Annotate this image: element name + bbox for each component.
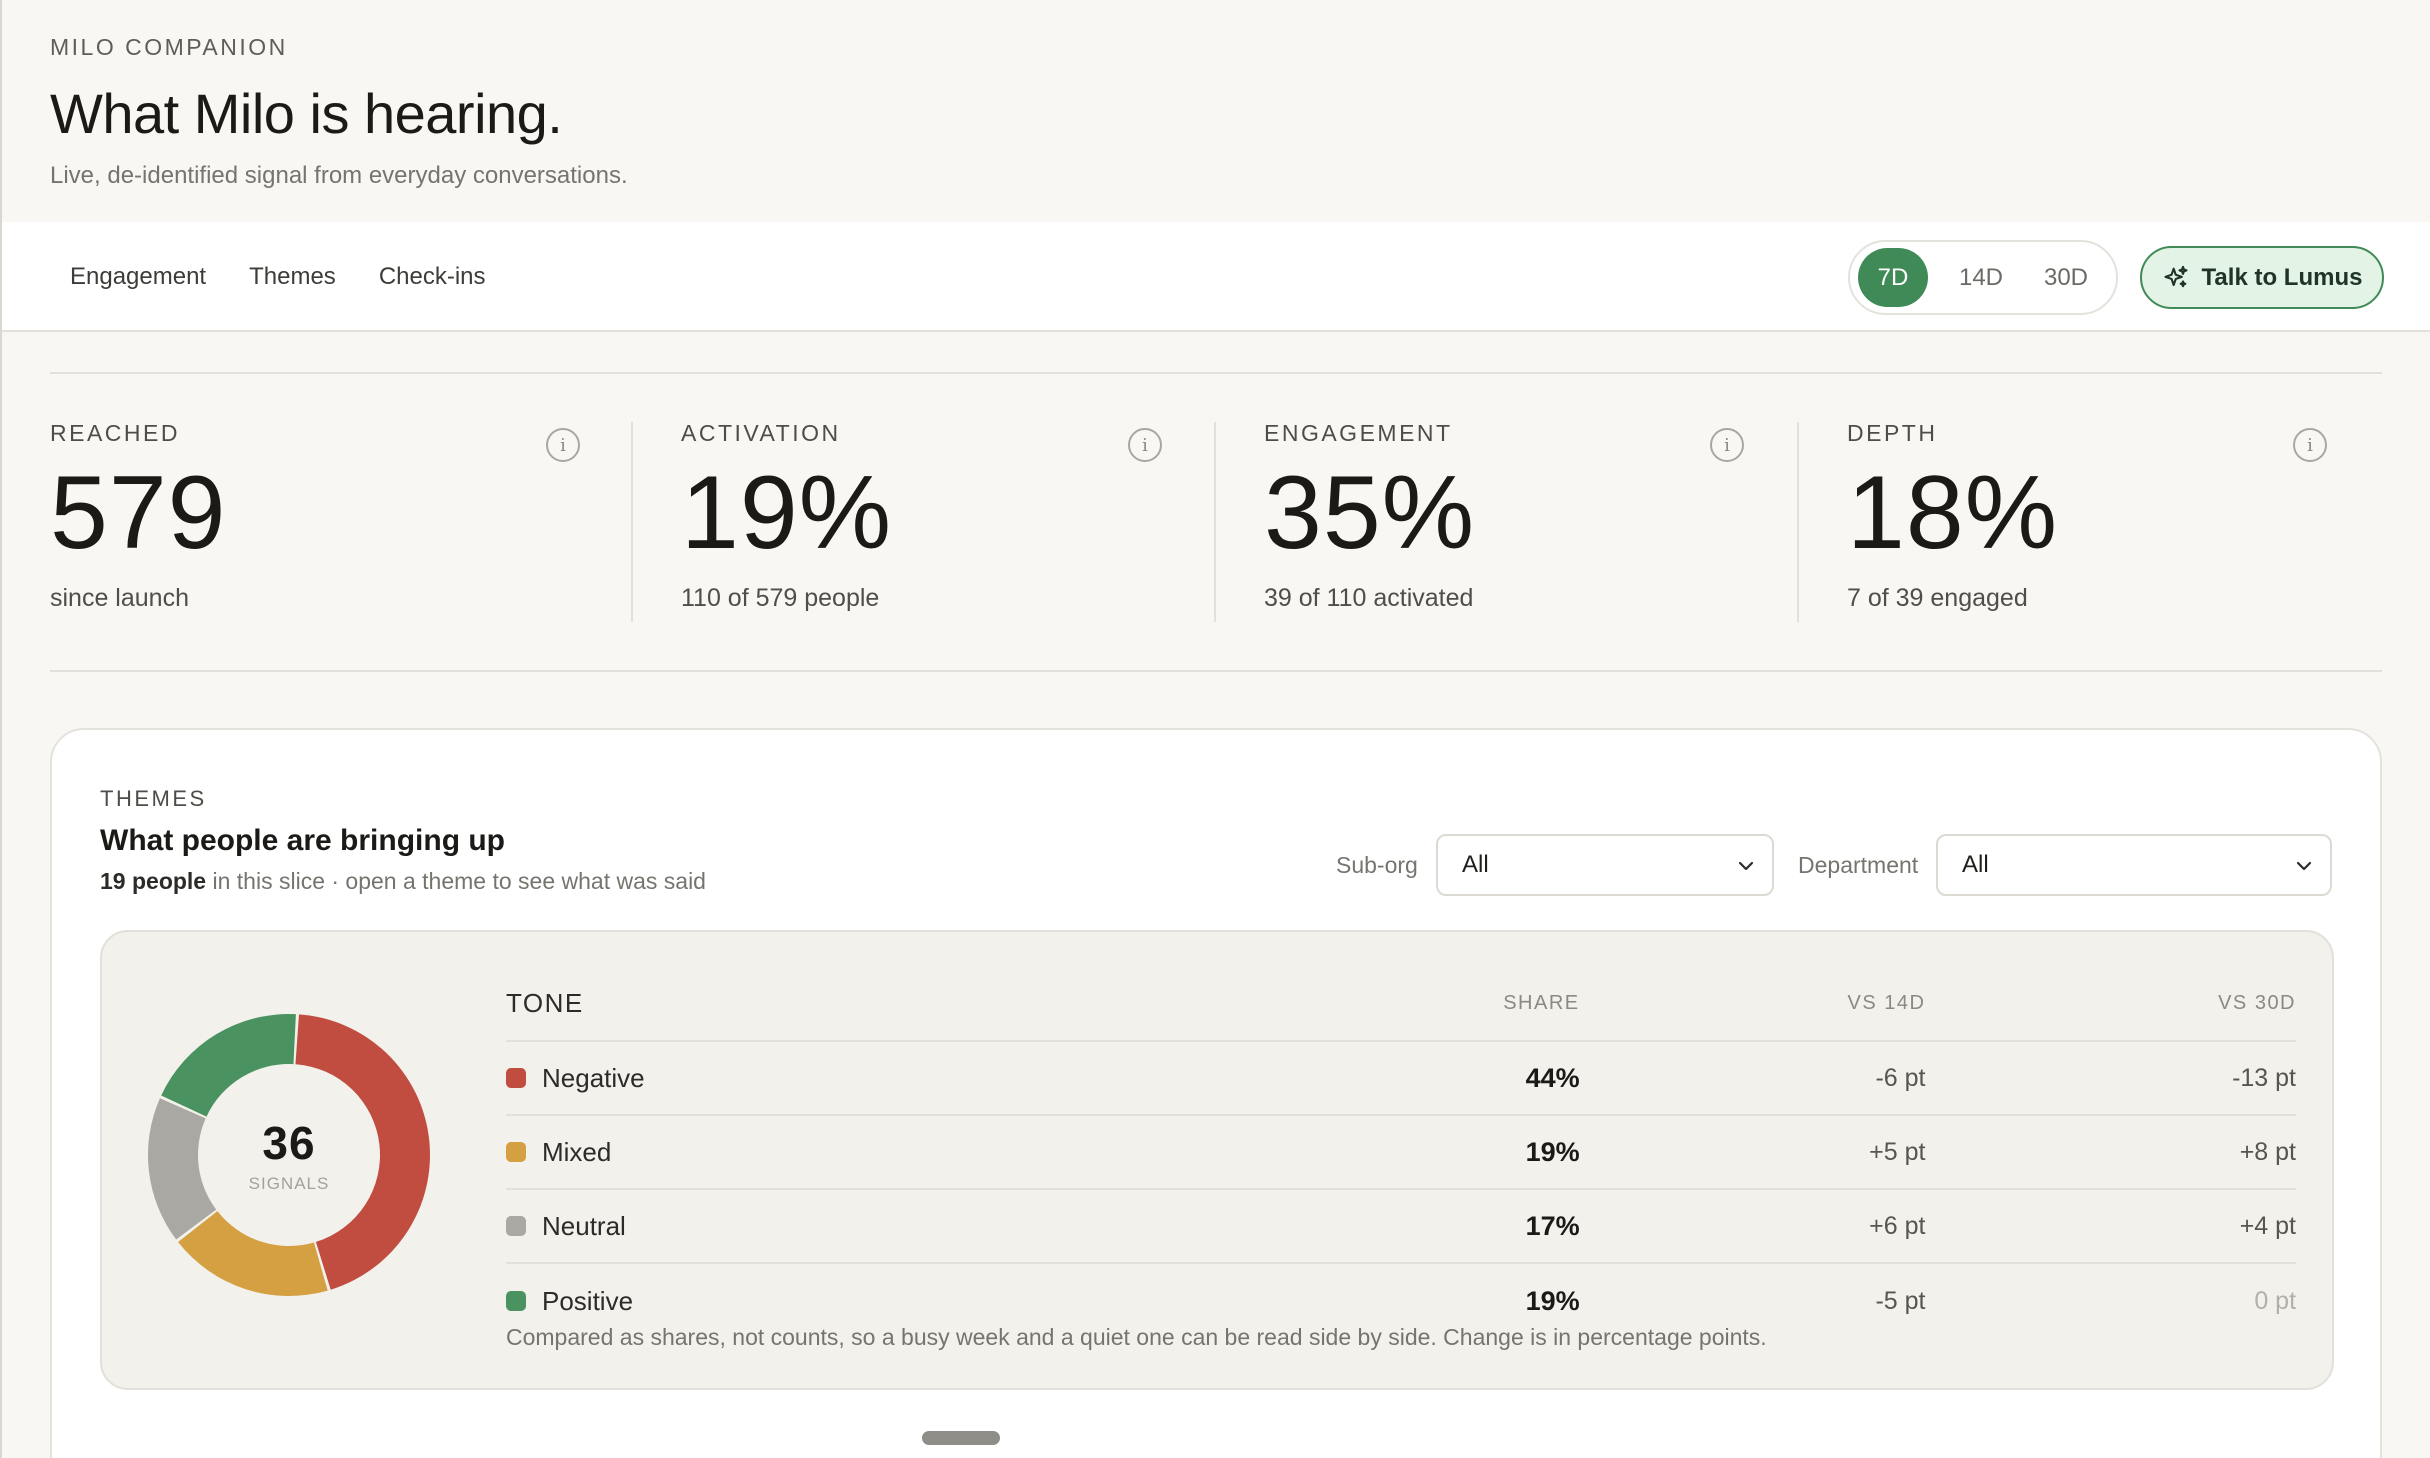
suborg-select[interactable]: All: [1436, 834, 1774, 896]
kpi-value: 579: [50, 455, 227, 571]
share-cell: 19%: [1525, 1136, 1580, 1167]
range-7d-button[interactable]: 7D: [1858, 248, 1928, 307]
vs14d-cell: -6 pt: [1875, 1063, 1926, 1092]
donut-total: 36: [262, 1117, 316, 1169]
top-nav-bar: Engagement Themes Check-ins 7D 14D 30D T…: [2, 222, 2430, 332]
page-subtitle: Live, de-identified signal from everyday…: [50, 162, 628, 189]
tone-swatch: [506, 1291, 526, 1311]
vs30d-cell: +4 pt: [2239, 1211, 2297, 1240]
vs14d-cell: +5 pt: [1869, 1137, 1926, 1166]
talk-to-lumus-button[interactable]: Talk to Lumus: [2140, 246, 2384, 309]
people-count: 19 people: [100, 868, 207, 894]
range-14d-button[interactable]: 14D: [1942, 248, 2020, 307]
tone-breakdown-panel: 36 SIGNALS TONE SHARE VS 14D VS 30D Nega…: [100, 930, 2334, 1390]
tone-swatch: [506, 1216, 526, 1236]
share-cell: 17%: [1525, 1210, 1580, 1241]
kpi-label: REACHED: [50, 420, 180, 446]
kpi-reached: REACHED 579 since launch i: [50, 420, 584, 625]
kpi-bottom-divider: [50, 670, 2382, 672]
page-header: MILO COMPANION What Milo is hearing. Liv…: [50, 34, 628, 190]
kpi-engagement: ENGAGEMENT 35% 39 of 110 activated i: [1264, 420, 1764, 625]
table-row[interactable]: Mixed 19% +5 pt +8 pt: [506, 1116, 2296, 1190]
range-30d-button[interactable]: 30D: [2027, 248, 2105, 307]
tone-table: TONE SHARE VS 14D VS 30D Negative 44% -6…: [506, 966, 2296, 1338]
tone-label: Neutral: [542, 1210, 626, 1241]
themes-subtitle-rest: in this slice · open a theme to see what…: [206, 868, 706, 894]
kpi-top-divider: [50, 372, 2382, 374]
chevron-down-icon: [1738, 861, 1754, 871]
tone-column-header: TONE: [506, 987, 584, 1018]
tone-footnote: Compared as shares, not counts, so a bus…: [506, 1324, 1767, 1350]
kpi-activation: ACTIVATION 19% 110 of 579 people i: [681, 420, 1181, 625]
talk-to-lumus-label: Talk to Lumus: [2201, 263, 2363, 291]
kpi-subtext: since launch: [50, 584, 189, 613]
department-selected-value: All: [1962, 851, 1989, 878]
share-cell: 19%: [1525, 1285, 1580, 1316]
scroll-handle[interactable]: [922, 1431, 1000, 1445]
tone-table-header: TONE SHARE VS 14D VS 30D: [506, 966, 2296, 1042]
kpi-depth: DEPTH 18% 7 of 39 engaged i: [1847, 420, 2347, 625]
vs30d-cell: +8 pt: [2239, 1137, 2297, 1166]
vs14d-column-header: VS 14D: [1847, 991, 1926, 1014]
info-icon[interactable]: i: [1710, 428, 1744, 462]
nav-link-themes[interactable]: Themes: [249, 263, 336, 291]
tone-cell: Positive: [506, 1286, 1456, 1317]
left-edge-rule: [0, 0, 2, 1458]
tone-label: Negative: [542, 1062, 645, 1093]
time-range-toggle: 7D 14D 30D: [1848, 240, 2118, 315]
suborg-filter-label: Sub-org: [1336, 852, 1418, 878]
chevron-down-icon: [2296, 861, 2312, 871]
app-eyebrow: MILO COMPANION: [50, 34, 288, 60]
share-column-header: SHARE: [1503, 991, 1580, 1014]
vs30d-cell: -13 pt: [2232, 1063, 2297, 1092]
themes-eyebrow: THEMES: [100, 786, 207, 811]
vs14d-cell: -5 pt: [1875, 1286, 1926, 1315]
vs30d-column-header: VS 30D: [2218, 991, 2297, 1014]
kpi-subtext: 110 of 579 people: [681, 584, 880, 613]
tone-label: Mixed: [542, 1136, 612, 1167]
table-row[interactable]: Negative 44% -6 pt -13 pt: [506, 1042, 2296, 1116]
department-select[interactable]: All: [1936, 834, 2332, 896]
themes-title: What people are bringing up: [100, 824, 505, 857]
info-icon[interactable]: i: [2293, 428, 2327, 462]
info-icon[interactable]: i: [1128, 428, 1162, 462]
nav-link-engagement[interactable]: Engagement: [70, 263, 206, 291]
nav-link-check-ins[interactable]: Check-ins: [379, 263, 486, 291]
tone-swatch: [506, 1142, 526, 1162]
kpi-subtext: 39 of 110 activated: [1264, 584, 1474, 613]
tone-swatch: [506, 1068, 526, 1088]
table-row[interactable]: Neutral 17% +6 pt +4 pt: [506, 1190, 2296, 1264]
kpi-label: ACTIVATION: [681, 420, 841, 446]
tone-label: Positive: [542, 1285, 634, 1316]
nav-links: Engagement Themes Check-ins: [70, 222, 486, 332]
share-cell: 44%: [1525, 1062, 1580, 1093]
tone-cell: Neutral: [506, 1211, 1456, 1242]
department-filter-label: Department: [1798, 852, 1919, 878]
vs14d-cell: +6 pt: [1869, 1211, 1926, 1240]
kpi-label: DEPTH: [1847, 420, 1938, 446]
kpi-subtext: 7 of 39 engaged: [1847, 584, 2028, 613]
kpi-divider: [1214, 422, 1216, 622]
themes-subtitle: 19 people in this slice · open a theme t…: [100, 868, 706, 895]
donut-caption: SIGNALS: [248, 1174, 330, 1193]
themes-card: THEMES What people are bringing up 19 pe…: [50, 728, 2382, 1458]
tone-cell: Mixed: [506, 1137, 1456, 1168]
kpi-value: 35%: [1264, 455, 1476, 571]
kpi-value: 18%: [1847, 455, 2059, 571]
kpi-divider: [1797, 422, 1799, 622]
kpi-divider: [631, 422, 633, 622]
tone-cell: Negative: [506, 1063, 1456, 1094]
info-icon[interactable]: i: [546, 428, 580, 462]
sparkle-icon: [2163, 265, 2188, 287]
kpi-label: ENGAGEMENT: [1264, 420, 1453, 446]
kpi-value: 19%: [681, 455, 893, 571]
vs30d-cell: 0 pt: [2254, 1286, 2297, 1315]
donut-center: 36 SIGNALS: [146, 1012, 432, 1298]
page-title: What Milo is hearing.: [50, 82, 563, 145]
suborg-selected-value: All: [1462, 851, 1489, 878]
